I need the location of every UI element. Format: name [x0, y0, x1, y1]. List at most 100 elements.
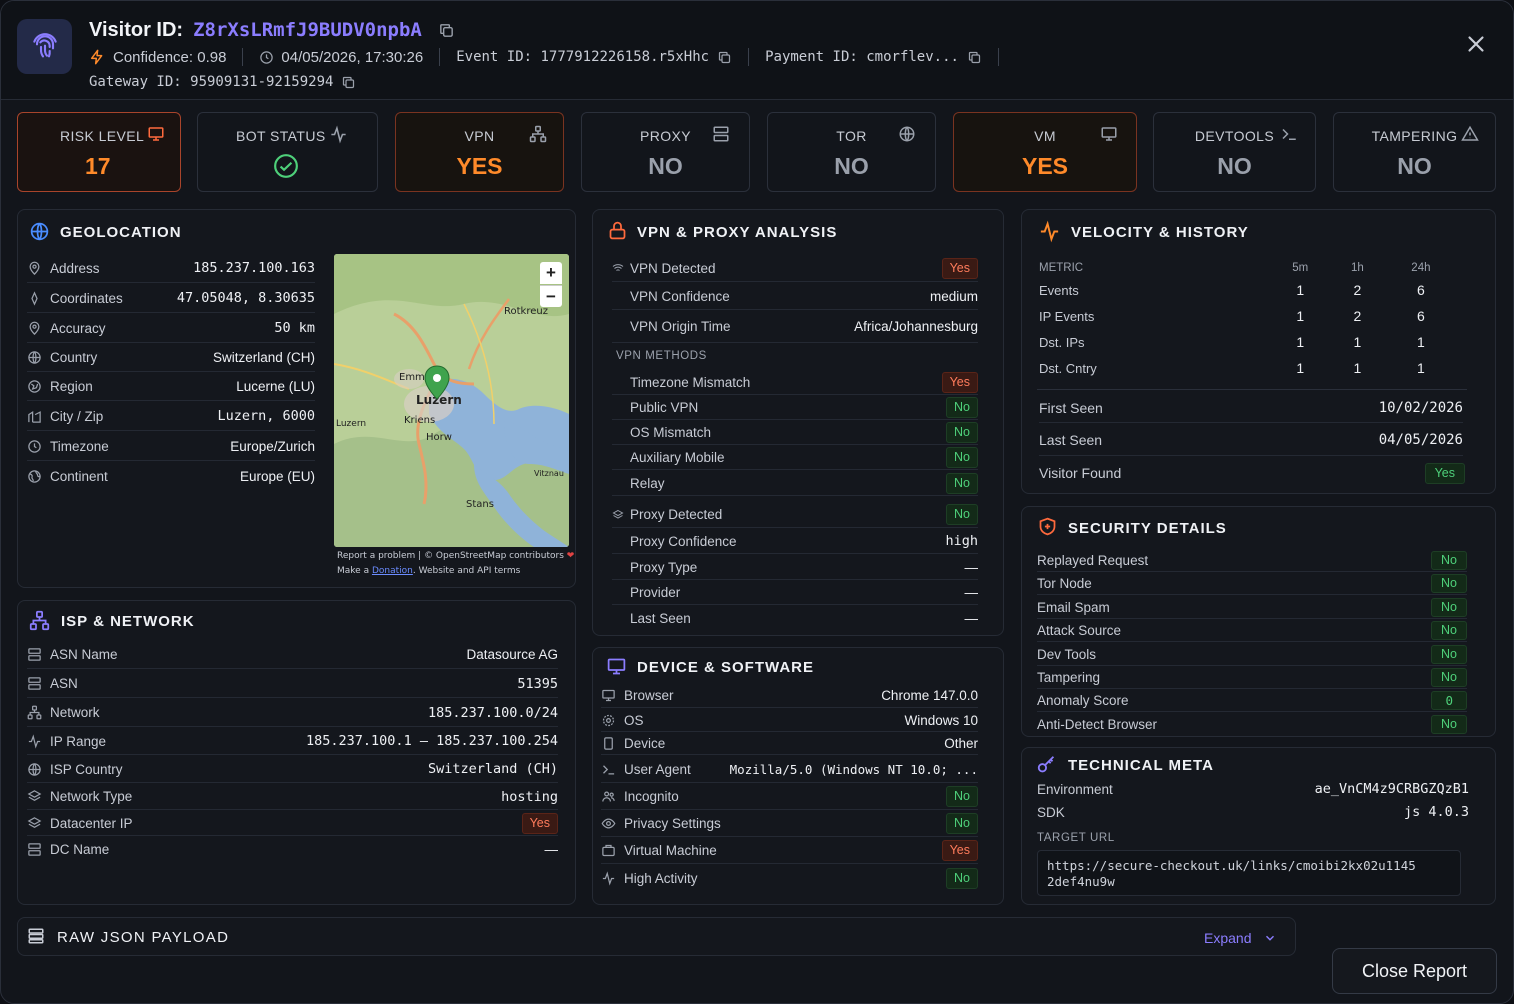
- row-value: 185.237.100.1 – 185.237.100.254: [306, 733, 558, 749]
- metric-value: 2: [1353, 308, 1362, 324]
- table-row: Dst. IPs 1 1 1: [1039, 329, 1459, 355]
- status-badge: No: [946, 867, 978, 889]
- isp-row-dc-name: DC Name —: [27, 837, 558, 862]
- row-label: Timezone: [50, 438, 109, 454]
- security-row-dev-tools: Dev Tools No: [1037, 643, 1467, 666]
- lock-icon: [609, 221, 626, 240]
- activity-icon: [602, 870, 615, 886]
- activity-icon: [1040, 220, 1059, 243]
- device-row-browser: Browser Chrome 147.0.0: [601, 684, 978, 708]
- row-value: Switzerland (CH): [212, 350, 315, 365]
- status-badge: No: [1431, 574, 1467, 593]
- row-label: Network: [50, 705, 100, 720]
- status-badge: No: [1431, 597, 1467, 617]
- row-label: Address: [50, 260, 100, 276]
- geo-row-continent: Continent Europe (EU): [27, 462, 315, 491]
- row-label: City / Zip: [50, 408, 104, 424]
- row-label: VPN Origin Time: [630, 319, 731, 334]
- clock-icon: [28, 439, 41, 453]
- status-badge: No: [946, 422, 978, 443]
- map-icon: [28, 380, 41, 393]
- fingerprint-icon: [32, 32, 57, 57]
- chevron-down-icon: [1266, 935, 1275, 941]
- table-header: 5m: [1292, 262, 1309, 274]
- row-label: IP Range: [50, 733, 107, 749]
- row-value: Europe/Zurich: [230, 438, 315, 454]
- row-label: Tampering: [1037, 670, 1101, 685]
- server-icon: [28, 648, 41, 661]
- row-label: First Seen: [1039, 399, 1103, 416]
- row-value: hosting: [501, 788, 558, 805]
- row-label: Visitor Found: [1039, 465, 1122, 481]
- gear-icon: [602, 714, 615, 726]
- vpn-detected-badge: Yes: [941, 257, 978, 279]
- close-report-button[interactable]: Close Report: [1332, 948, 1497, 994]
- copy-icon[interactable]: [438, 22, 455, 39]
- row-value: Windows 10: [904, 712, 978, 728]
- geo-row-timezone: Timezone Europe/Zurich: [27, 432, 315, 461]
- vpn-method-os: OS Mismatch No: [612, 421, 978, 445]
- copy-icon[interactable]: [341, 75, 356, 90]
- expand-button[interactable]: Expand: [1204, 930, 1277, 946]
- target-url-box[interactable]: https://secure-checkout.uk/links/cmoibi2…: [1037, 850, 1461, 896]
- isp-row-isp-country: ISP Country Switzerland (CH): [27, 756, 558, 783]
- isp-row-network: Network 185.237.100.0/24: [27, 699, 558, 727]
- report-header: Visitor ID: Z8rXsLRmfJ9BUDV0npbA Confide…: [1, 1, 1513, 100]
- row-label: ASN: [50, 676, 78, 691]
- vpn-row-confidence: VPN Confidence medium: [612, 283, 978, 310]
- row-label: Dev Tools: [1037, 646, 1097, 662]
- last-seen-row: Last Seen 04/05/2026: [1039, 424, 1463, 456]
- map-label: Rotkreuz: [504, 306, 548, 317]
- zoom-out-button[interactable]: −: [540, 285, 562, 307]
- globe-icon: [28, 470, 41, 483]
- security-row-attack-source: Attack Source No: [1037, 620, 1467, 642]
- server-icon: [713, 126, 729, 142]
- security-row-anomaly-score: Anomaly Score 0: [1037, 690, 1467, 712]
- vpn-methods-title: VPN METHODS: [616, 350, 707, 362]
- table-row: Events 1 2 6: [1039, 277, 1459, 303]
- vpn-proxy-title: VPN & PROXY ANALYSIS: [637, 224, 838, 241]
- status-badge: No: [1431, 668, 1467, 687]
- proxy-row-type: Proxy Type —: [612, 555, 978, 580]
- row-label: Email Spam: [1037, 599, 1110, 615]
- table-header: 24h: [1411, 262, 1431, 274]
- metric-value: 1: [1416, 334, 1425, 350]
- map-attribution-post[interactable]: . Website and API terms: [413, 566, 520, 576]
- visitor-id[interactable]: Z8rXsLRmfJ9BUDV0npbA: [193, 19, 422, 41]
- location-map[interactable]: Rotkreuz Emmen Luzern Kriens Horw Luzern…: [334, 254, 569, 547]
- velocity-table: METRIC 5m 1h 24h Events 1 2 6 IP Events 1 2 6 …: [1039, 259, 1459, 381]
- row-label: Last Seen: [1039, 431, 1103, 448]
- vpn-row-detected: VPN Detected Yes: [612, 255, 978, 282]
- metric-value: 1: [1353, 334, 1362, 350]
- table-header: 1h: [1350, 262, 1364, 274]
- isp-row-network-type: Network Type hosting: [27, 784, 558, 810]
- copy-icon[interactable]: [967, 50, 982, 65]
- isp-row-asn: ASN 51395: [27, 670, 558, 698]
- building-icon: [28, 410, 41, 423]
- row-label: OS: [624, 712, 644, 728]
- map-label: Vitznau: [534, 469, 564, 478]
- close-icon[interactable]: [1463, 31, 1489, 57]
- row-value: Switzerland (CH): [427, 761, 558, 777]
- zoom-in-button[interactable]: +: [540, 262, 562, 284]
- activity-icon: [331, 125, 346, 144]
- row-label: Incognito: [624, 789, 679, 804]
- metric-name: Dst. Cntry: [1039, 360, 1097, 376]
- isp-row-ip-range: IP Range 185.237.100.1 – 185.237.100.254: [27, 728, 558, 755]
- check-circle-icon: [274, 154, 298, 178]
- metric-name: Dst. IPs: [1039, 334, 1085, 350]
- copy-icon[interactable]: [717, 50, 732, 65]
- network-icon: [29, 610, 50, 631]
- network-icon: [529, 125, 547, 143]
- geo-row-address: Address 185.237.100.163: [27, 254, 315, 283]
- tile-bot-status: BOT STATUS: [197, 112, 378, 192]
- vpn-method-aux-mobile: Auxiliary Mobile No: [612, 446, 978, 470]
- donation-link[interactable]: Donation: [372, 566, 413, 576]
- tile-tor: TOR NO: [767, 112, 936, 192]
- map-label: Stans: [466, 499, 494, 510]
- row-value: ae_VnCM4z9CRBGZQzB1: [1314, 781, 1469, 797]
- row-value: high: [945, 533, 978, 549]
- tile-label: BOT STATUS: [236, 128, 326, 144]
- status-badge: No: [1431, 621, 1467, 640]
- row-label: Relay: [630, 475, 665, 491]
